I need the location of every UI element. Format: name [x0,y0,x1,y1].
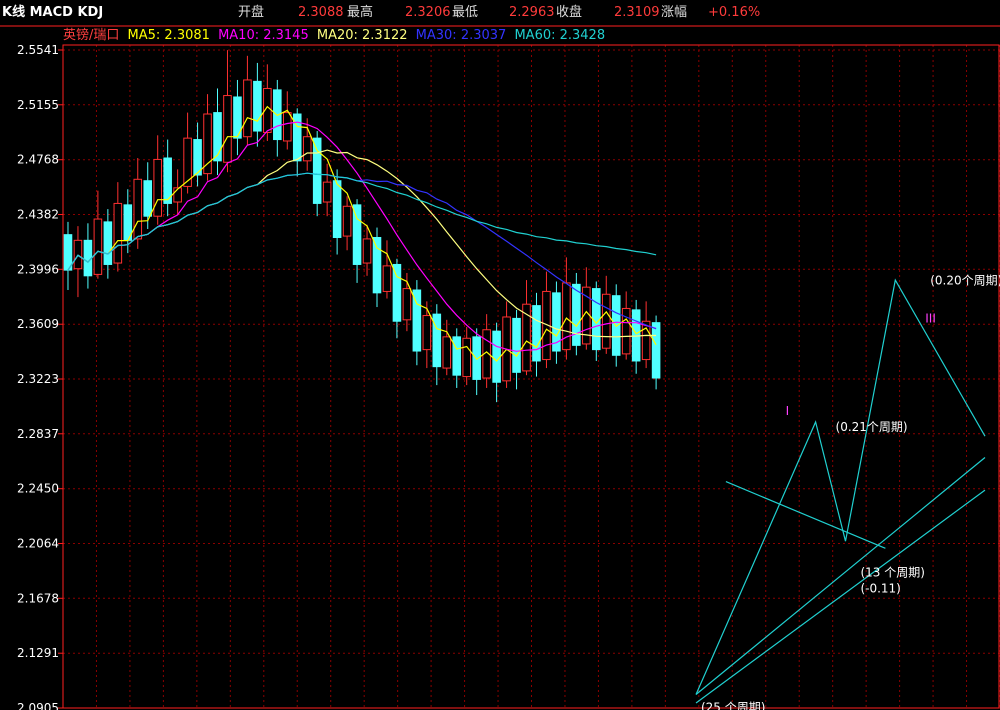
candle-body [282,112,292,142]
candle-body [312,137,322,204]
candle-body [422,315,432,351]
candle-body [512,317,521,373]
candle-body [492,330,501,383]
y-tick-label: 2.4768 [17,153,59,167]
y-tick-label: 2.3609 [17,317,59,331]
candle-body [302,136,312,162]
candle-body [83,239,93,277]
chart-annotation: (0.21个周期) [836,420,908,434]
candle-body [462,337,471,378]
candle-body [342,205,352,237]
candle-body [203,113,212,175]
candle-body [352,204,362,265]
candle-body [253,80,262,132]
chart-annotation: (-0.11) [860,581,900,595]
candle-body [452,336,462,376]
candle-body [223,95,232,163]
trendline [695,457,986,695]
trendline [725,481,886,549]
candle-body [651,322,661,379]
y-tick-label: 2.1678 [17,591,59,605]
y-tick-label: 2.3996 [17,262,59,276]
candle-body [372,236,382,294]
candle-body [332,180,342,238]
candle-body [133,178,143,240]
candle-body [243,79,252,138]
candle-body [601,293,611,349]
y-tick-label: 2.0905 [17,701,59,710]
candle-body [103,221,113,265]
candle-body [532,305,541,362]
candle-body [641,320,651,361]
y-tick-label: 2.4382 [17,208,59,222]
candle-body [392,263,402,322]
y-tick-label: 2.5541 [17,43,59,57]
candle-body [143,180,153,217]
y-tick-label: 2.3223 [17,372,59,386]
y-tick-label: 2.2064 [17,537,59,551]
candle-body [442,336,452,369]
candle-body [63,234,73,271]
candle-body [472,336,481,380]
chart-annotation: (25 个周期) [701,701,765,710]
candle-body [402,288,412,321]
chart-annotation: (13 个周期) [860,566,924,580]
candle-body [113,202,123,264]
candle-body [562,282,571,351]
candle-body [362,238,372,264]
y-tick-label: 2.2837 [17,427,59,441]
chart-annotation: I [786,404,790,418]
y-tick-label: 2.2450 [17,482,59,496]
candle-body [382,265,392,292]
y-tick-label: 2.5155 [17,98,59,112]
chart-annotation: III [925,312,936,326]
candle-body [213,112,222,162]
candle-body [322,181,332,203]
candle-body [592,288,601,351]
y-tick-label: 2.1291 [17,646,59,660]
candlestick-chart[interactable]: 2.5541 2.5155 2.4768 2.4382 2.3996 2.3609 2.32… [0,0,1000,710]
candle-body [153,158,162,217]
candle-body [93,218,103,275]
candle-body [572,283,581,346]
chart-window: K线 MACD KDJ 开盘 2.3088 最高 2.3206 最低 2.296… [0,0,1000,710]
chart-annotation: (0.20个周期) [930,273,1000,287]
